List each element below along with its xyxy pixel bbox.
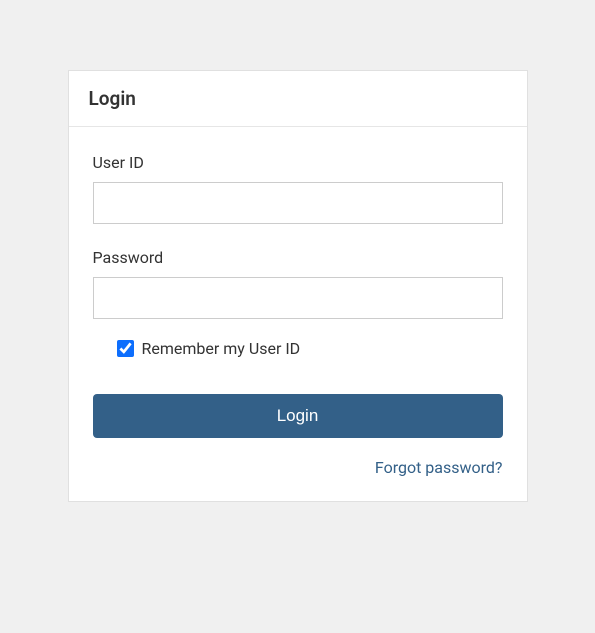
user-id-group: User ID	[93, 153, 503, 224]
password-input[interactable]	[93, 277, 503, 319]
login-card: Login User ID Password Remember my User …	[68, 70, 528, 502]
remember-row: Remember my User ID	[93, 339, 503, 358]
forgot-password-link[interactable]: Forgot password?	[375, 458, 503, 477]
password-label: Password	[93, 248, 503, 267]
card-header: Login	[69, 71, 527, 127]
remember-checkbox[interactable]	[117, 340, 134, 357]
card-body: User ID Password Remember my User ID Log…	[69, 127, 527, 501]
remember-label[interactable]: Remember my User ID	[142, 339, 301, 358]
forgot-row: Forgot password?	[93, 458, 503, 477]
password-group: Password	[93, 248, 503, 319]
login-title: Login	[89, 87, 507, 110]
user-id-label: User ID	[93, 153, 503, 172]
login-button[interactable]: Login	[93, 394, 503, 438]
user-id-input[interactable]	[93, 182, 503, 224]
